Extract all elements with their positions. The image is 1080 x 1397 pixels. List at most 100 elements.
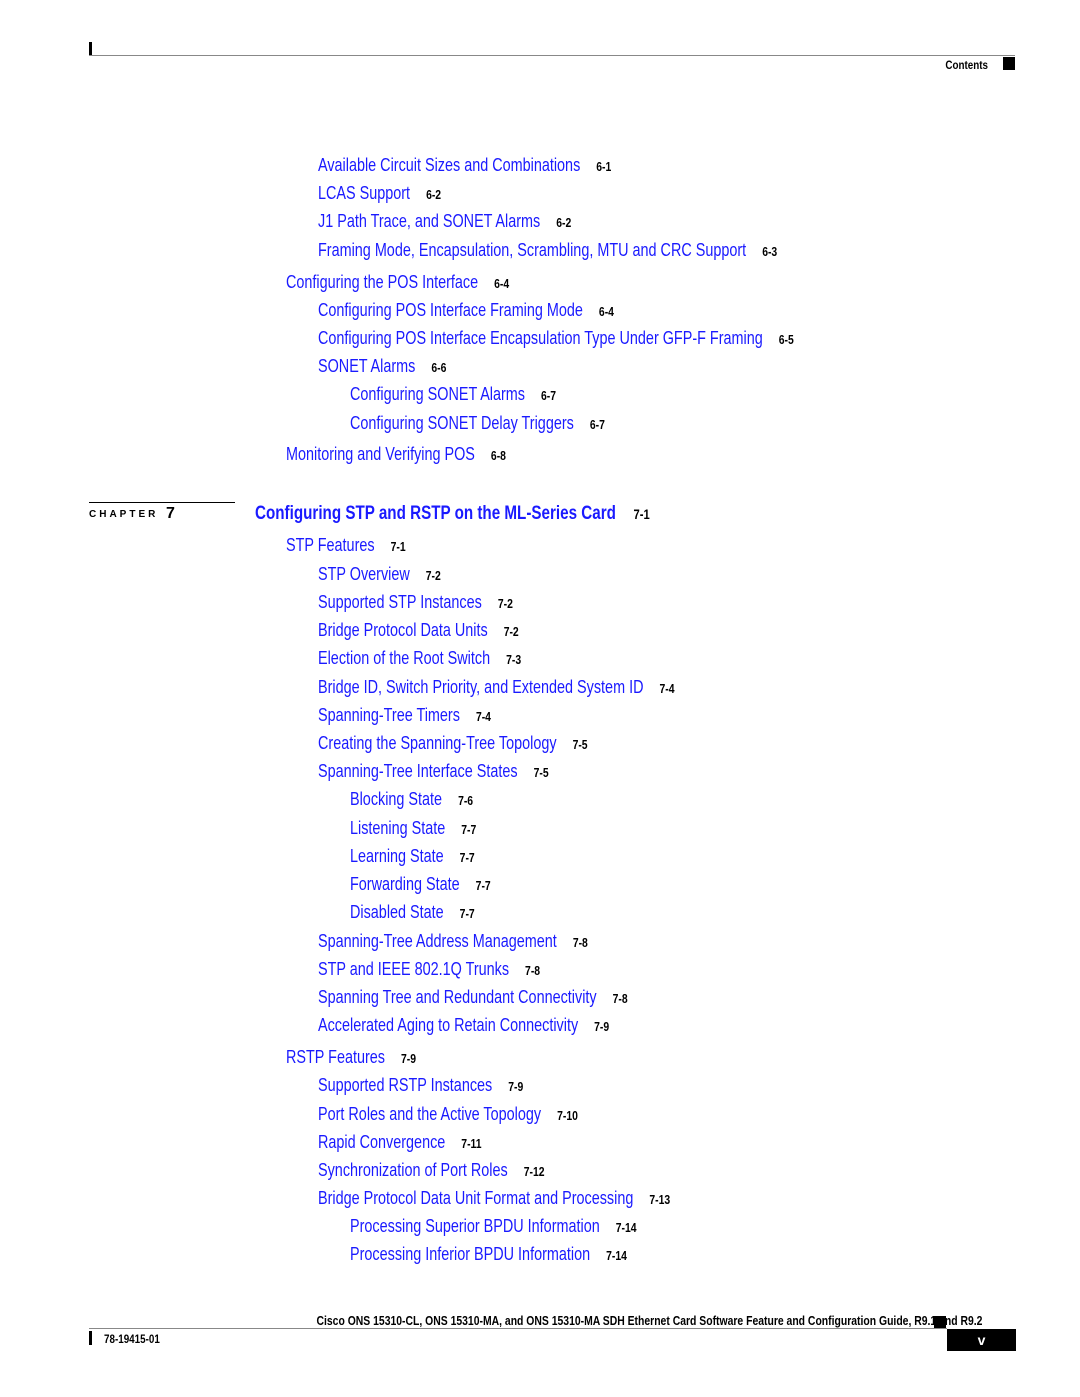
toc-entry-page: 7-10 bbox=[557, 1108, 578, 1123]
toc-entry-title[interactable]: Election of the Root Switch bbox=[318, 648, 490, 668]
toc-entry-page: 6-7 bbox=[541, 388, 557, 403]
toc-entry[interactable]: Available Circuit Sizes and Combinations… bbox=[318, 155, 611, 177]
toc-entry-title[interactable]: Supported STP Instances bbox=[318, 592, 482, 612]
toc-entry[interactable]: Bridge ID, Switch Priority, and Extended… bbox=[318, 677, 675, 699]
toc-entry-title[interactable]: J1 Path Trace, and SONET Alarms bbox=[318, 211, 540, 231]
toc-entry[interactable]: J1 Path Trace, and SONET Alarms 6-2 bbox=[318, 211, 571, 233]
toc-entry[interactable]: Bridge Protocol Data Unit Format and Pro… bbox=[318, 1188, 670, 1210]
toc-entry[interactable]: STP Overview 7-2 bbox=[318, 564, 441, 586]
toc-entry-page: 6-6 bbox=[431, 360, 447, 375]
toc-entry[interactable]: STP and IEEE 802.1Q Trunks 7-8 bbox=[318, 959, 540, 981]
toc-entry-title[interactable]: Learning State bbox=[350, 846, 444, 866]
toc-entry-title[interactable]: Configuring SONET Delay Triggers bbox=[350, 413, 574, 433]
toc-entry-page: 7-14 bbox=[606, 1248, 627, 1263]
toc-entry[interactable]: Listening State 7-7 bbox=[350, 818, 476, 840]
chapter-title[interactable]: Configuring STP and RSTP on the ML-Serie… bbox=[255, 503, 616, 524]
toc-entry-title[interactable]: Bridge ID, Switch Priority, and Extended… bbox=[318, 677, 643, 697]
toc-entry[interactable]: Spanning-Tree Address Management 7-8 bbox=[318, 931, 588, 953]
toc-entry-title[interactable]: Spanning-Tree Timers bbox=[318, 705, 460, 725]
toc-entry[interactable]: Configuring POS Interface Encapsulation … bbox=[318, 328, 794, 350]
toc-entry[interactable]: Configuring SONET Delay Triggers 6-7 bbox=[350, 413, 605, 435]
toc-entry[interactable]: Processing Inferior BPDU Information 7-14 bbox=[350, 1244, 627, 1266]
toc-entry-page: 7-7 bbox=[459, 906, 475, 921]
toc-entry-title[interactable]: SONET Alarms bbox=[318, 356, 415, 376]
toc-entry[interactable]: LCAS Support 6-2 bbox=[318, 183, 441, 205]
toc-entry[interactable]: SONET Alarms 6-6 bbox=[318, 356, 446, 378]
toc-entry[interactable]: Supported RSTP Instances 7-9 bbox=[318, 1075, 523, 1097]
toc-entry-page: 7-3 bbox=[506, 652, 522, 667]
toc-entry-page: 7-8 bbox=[525, 963, 541, 978]
toc-entry[interactable]: Spanning-Tree Interface States 7-5 bbox=[318, 761, 549, 783]
toc-entry-title[interactable]: STP Features bbox=[286, 535, 375, 555]
toc-entry-page: 7-7 bbox=[461, 822, 477, 837]
toc-entry-title[interactable]: Configuring SONET Alarms bbox=[350, 384, 525, 404]
toc-entry-title[interactable]: Processing Inferior BPDU Information bbox=[350, 1244, 590, 1264]
toc-entry-title[interactable]: Configuring the POS Interface bbox=[286, 272, 478, 292]
toc-entry[interactable]: Configuring the POS Interface 6-4 bbox=[286, 272, 509, 294]
toc-entry-title[interactable]: LCAS Support bbox=[318, 183, 410, 203]
toc-entry-title[interactable]: Spanning-Tree Interface States bbox=[318, 761, 518, 781]
toc-entry-title[interactable]: Forwarding State bbox=[350, 874, 460, 894]
toc-entry-page: 6-8 bbox=[490, 448, 506, 463]
toc-entry[interactable]: Bridge Protocol Data Units 7-2 bbox=[318, 620, 519, 642]
toc-entry[interactable]: Accelerated Aging to Retain Connectivity… bbox=[318, 1015, 609, 1037]
toc-entry-title[interactable]: Blocking State bbox=[350, 789, 442, 809]
toc-entry-title[interactable]: Configuring POS Interface Framing Mode bbox=[318, 300, 583, 320]
toc-entry[interactable]: Creating the Spanning-Tree Topology 7-5 bbox=[318, 733, 588, 755]
toc-entry[interactable]: Supported STP Instances 7-2 bbox=[318, 592, 513, 614]
toc-entry-title[interactable]: Port Roles and the Active Topology bbox=[318, 1104, 541, 1124]
chapter-label: CHAPTER bbox=[89, 509, 159, 520]
footer-page-number: v bbox=[947, 1329, 1016, 1351]
toc-entry-page: 7-9 bbox=[594, 1019, 610, 1034]
toc-entry-page: 6-4 bbox=[494, 276, 510, 291]
toc-entry[interactable]: Spanning Tree and Redundant Connectivity… bbox=[318, 987, 628, 1009]
toc-entry-title[interactable]: Supported RSTP Instances bbox=[318, 1075, 492, 1095]
toc-entry-page: 7-9 bbox=[508, 1079, 524, 1094]
toc-entry[interactable]: Framing Mode, Encapsulation, Scrambling,… bbox=[318, 240, 777, 262]
toc-entry[interactable]: Port Roles and the Active Topology 7-10 bbox=[318, 1104, 578, 1126]
toc-entry-page: 7-9 bbox=[400, 1051, 417, 1066]
footer-guide-title: Cisco ONS 15310-CL, ONS 15310-MA, and ON… bbox=[150, 1313, 982, 1328]
toc-entry-title[interactable]: Synchronization of Port Roles bbox=[318, 1160, 508, 1180]
footer-rule bbox=[89, 1328, 947, 1329]
toc-entry-title[interactable]: Rapid Convergence bbox=[318, 1132, 445, 1152]
toc-entry[interactable]: Rapid Convergence 7-11 bbox=[318, 1132, 482, 1154]
toc-entry-title[interactable]: Listening State bbox=[350, 818, 445, 838]
toc-entry-title[interactable]: Spanning-Tree Address Management bbox=[318, 931, 557, 951]
toc-entry[interactable]: Election of the Root Switch 7-3 bbox=[318, 648, 521, 670]
toc-entry-title[interactable]: Disabled State bbox=[350, 902, 444, 922]
toc-entry[interactable]: Monitoring and Verifying POS 6-8 bbox=[286, 444, 506, 466]
toc-entry[interactable]: Disabled State 7-7 bbox=[350, 902, 475, 924]
toc-entry[interactable]: Forwarding State 7-7 bbox=[350, 874, 491, 896]
toc-entry-page: 6-5 bbox=[778, 332, 794, 347]
toc-entry-page: 7-13 bbox=[649, 1192, 671, 1207]
toc-entry[interactable]: STP Features 7-1 bbox=[286, 535, 406, 557]
toc-entry[interactable]: Learning State 7-7 bbox=[350, 846, 475, 868]
toc-entry-title[interactable]: Framing Mode, Encapsulation, Scrambling,… bbox=[318, 240, 746, 260]
footer-guide-title-text: Cisco ONS 15310-CL, ONS 15310-MA, and ON… bbox=[316, 1313, 983, 1328]
toc-entry-page: 7-8 bbox=[572, 935, 588, 950]
toc-entry[interactable]: Blocking State 7-6 bbox=[350, 789, 473, 811]
toc-entry-title[interactable]: Spanning Tree and Redundant Connectivity bbox=[318, 987, 597, 1007]
toc-entry-title[interactable]: Available Circuit Sizes and Combinations bbox=[318, 155, 580, 175]
toc-entry-title[interactable]: Monitoring and Verifying POS bbox=[286, 444, 475, 464]
toc-entry-title[interactable]: Accelerated Aging to Retain Connectivity bbox=[318, 1015, 578, 1035]
toc-entry[interactable]: Configuring SONET Alarms 6-7 bbox=[350, 384, 556, 406]
toc-entry-title[interactable]: STP and IEEE 802.1Q Trunks bbox=[318, 959, 509, 979]
chapter-title-link[interactable]: Configuring STP and RSTP on the ML-Serie… bbox=[255, 503, 650, 525]
toc-entry[interactable]: Synchronization of Port Roles 7-12 bbox=[318, 1160, 545, 1182]
toc-entry-title[interactable]: STP Overview bbox=[318, 564, 410, 584]
toc-entry-title[interactable]: Processing Superior BPDU Information bbox=[350, 1216, 600, 1236]
toc-entry-title[interactable]: Configuring POS Interface Encapsulation … bbox=[318, 328, 763, 348]
toc-entry-title[interactable]: Bridge Protocol Data Units bbox=[318, 620, 488, 640]
toc-entry[interactable]: RSTP Features 7-9 bbox=[286, 1047, 416, 1069]
toc-entry[interactable]: Configuring POS Interface Framing Mode 6-… bbox=[318, 300, 614, 322]
toc-entry[interactable]: Processing Superior BPDU Information 7-14 bbox=[350, 1216, 637, 1238]
toc-entry-page: 6-2 bbox=[556, 215, 572, 230]
toc-entry-title[interactable]: RSTP Features bbox=[286, 1047, 385, 1067]
toc-entry[interactable]: Spanning-Tree Timers 7-4 bbox=[318, 705, 491, 727]
toc-entry-title[interactable]: Bridge Protocol Data Unit Format and Pro… bbox=[318, 1188, 633, 1208]
toc-entry-title[interactable]: Creating the Spanning-Tree Topology bbox=[318, 733, 557, 753]
toc-entry-page: 7-2 bbox=[497, 596, 513, 611]
toc-entry-page: 7-5 bbox=[572, 737, 588, 752]
